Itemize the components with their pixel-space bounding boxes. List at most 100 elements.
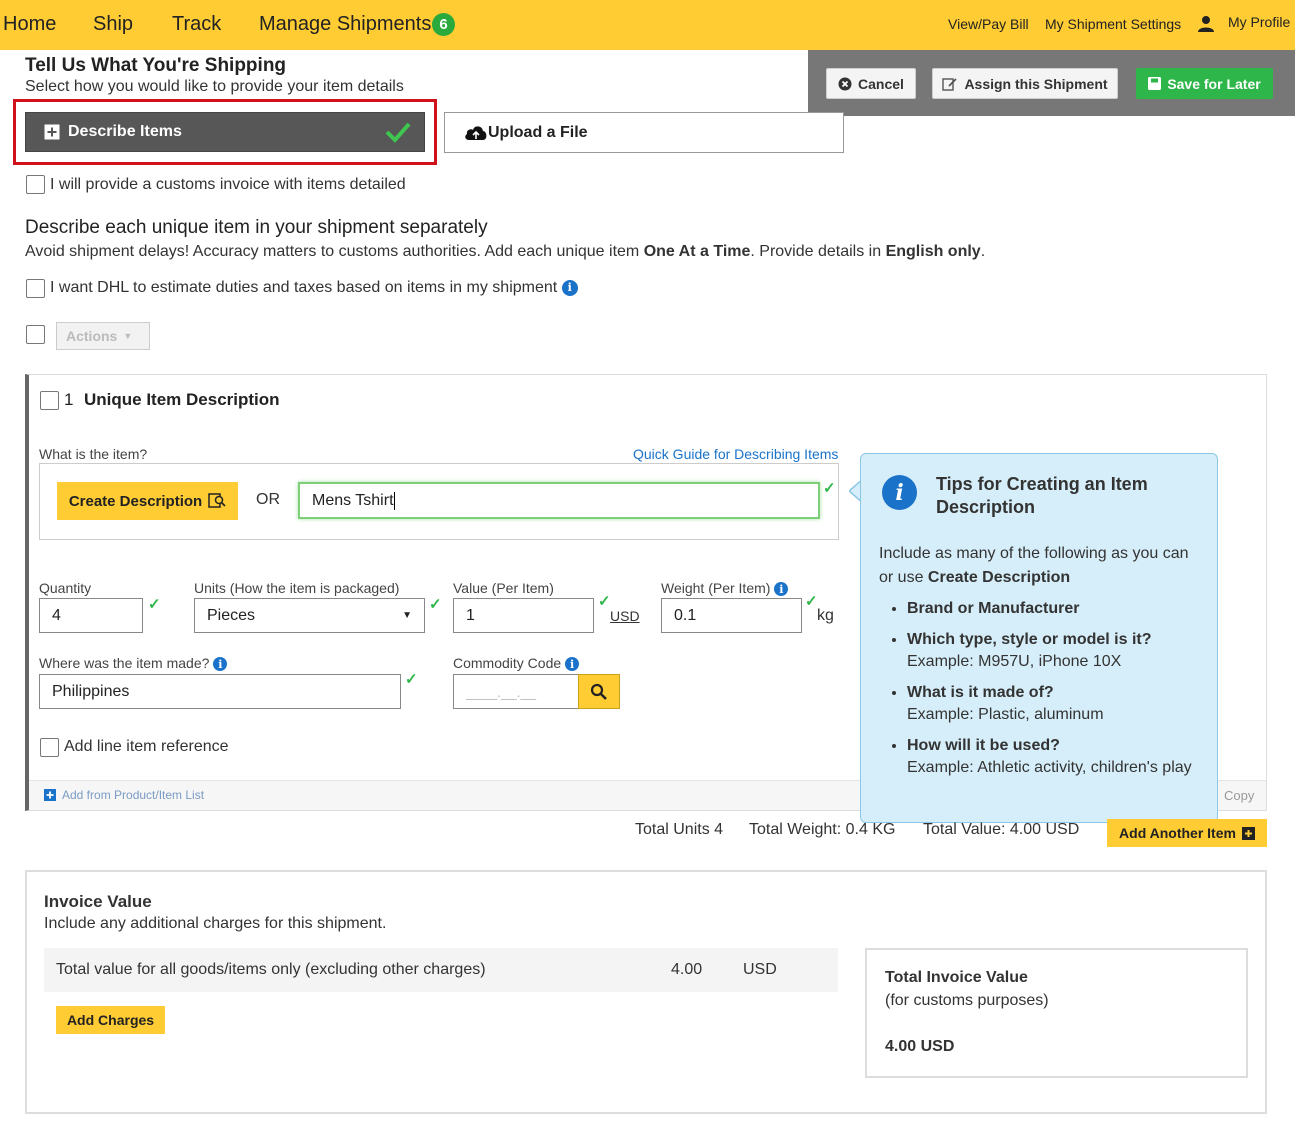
what-is-item-label: What is the item? bbox=[39, 446, 148, 462]
create-description-label: Create Description bbox=[68, 492, 203, 510]
cloud-upload-icon bbox=[465, 125, 487, 140]
section-subtitle: Select how you would like to provide you… bbox=[25, 78, 404, 95]
text-cursor bbox=[393, 491, 395, 510]
tips-item-example: Example: Athletic activity, children's p… bbox=[907, 759, 1192, 776]
quick-guide-link[interactable]: Quick Guide for Describing Items bbox=[633, 446, 838, 462]
nav-ship[interactable]: Ship bbox=[93, 13, 133, 36]
commodity-label: Commodity Code i bbox=[453, 655, 580, 672]
save-for-later-button[interactable]: Save for Later bbox=[1136, 68, 1273, 99]
units-label: Units (How the item is packaged) bbox=[194, 580, 400, 596]
quantity-input[interactable]: 4 bbox=[39, 598, 143, 633]
add-another-item-label: Add Another Item bbox=[1119, 825, 1236, 841]
nav-shipment-settings[interactable]: My Shipment Settings bbox=[1045, 16, 1181, 32]
assign-shipment-button[interactable]: Assign this Shipment bbox=[932, 68, 1118, 99]
add-another-item-button[interactable]: Add Another Item bbox=[1107, 819, 1267, 847]
assign-label: Assign this Shipment bbox=[964, 75, 1108, 92]
units-valid-check: ✓ bbox=[429, 596, 442, 613]
origin-input[interactable]: Philippines bbox=[39, 674, 401, 709]
select-all-checkbox[interactable] bbox=[26, 325, 45, 344]
nav-home[interactable]: Home bbox=[3, 13, 56, 36]
goods-value-label: Total value for all goods/items only (ex… bbox=[56, 961, 486, 978]
add-from-list-link[interactable]: Add from Product/Item List bbox=[44, 788, 204, 802]
search-icon bbox=[590, 683, 607, 700]
weight-input[interactable]: 0.1 bbox=[661, 598, 802, 633]
search-document-icon bbox=[208, 493, 226, 508]
weight-unit: kg bbox=[817, 607, 834, 624]
origin-label-text: Where was the item made? bbox=[39, 655, 210, 671]
describe-items-button[interactable]: Describe Items bbox=[25, 112, 425, 152]
add-charges-button[interactable]: Add Charges bbox=[56, 1006, 165, 1034]
commodity-code-input[interactable]: ____.__.__ bbox=[453, 674, 580, 709]
tips-title: Tips for Creating an Item Description bbox=[936, 474, 1148, 517]
origin-valid-check: ✓ bbox=[405, 671, 418, 688]
quantity-label: Quantity bbox=[39, 580, 92, 596]
info-icon[interactable]: i bbox=[561, 279, 578, 296]
plus-box-icon bbox=[44, 789, 56, 801]
units-value: Pieces bbox=[207, 606, 256, 624]
unique-items-heading: Describe each unique item in your shipme… bbox=[25, 217, 488, 238]
commodity-search-button[interactable] bbox=[578, 674, 620, 709]
actions-dropdown-label: Actions bbox=[66, 328, 118, 344]
total-units-value: 4 bbox=[714, 821, 724, 838]
tips-item-title: Which type, style or model is it? bbox=[907, 631, 1152, 648]
total-value: Total Value: 4.00 USD bbox=[923, 821, 1079, 839]
add-from-list-label: Add from Product/Item List bbox=[62, 788, 205, 802]
goods-value-currency: USD bbox=[743, 961, 777, 978]
warning-text-1: Avoid shipment delays! Accuracy matters … bbox=[25, 243, 644, 260]
customs-invoice-checkbox[interactable] bbox=[26, 175, 45, 194]
tips-intro-line2: or use Create Description bbox=[879, 566, 1209, 590]
currency-link[interactable]: USD bbox=[610, 608, 640, 624]
save-icon bbox=[1148, 77, 1162, 90]
line-reference-checkbox[interactable] bbox=[40, 738, 59, 757]
info-icon[interactable]: i bbox=[565, 657, 580, 672]
quantity-valid-check: ✓ bbox=[148, 596, 161, 613]
weight-label-text: Weight (Per Item) bbox=[661, 580, 771, 596]
units-select[interactable]: Pieces ▼ bbox=[194, 598, 425, 633]
estimate-duties-checkbox[interactable] bbox=[26, 279, 45, 298]
info-icon[interactable]: i bbox=[774, 582, 789, 597]
tips-item-title: Brand or Manufacturer bbox=[907, 600, 1080, 617]
nav-view-pay-bill[interactable]: View/Pay Bill bbox=[948, 16, 1029, 32]
info-icon[interactable]: i bbox=[213, 657, 228, 672]
value-label: Value (Per Item) bbox=[453, 580, 554, 596]
tips-intro-bold: Create Description bbox=[927, 569, 1071, 586]
total-weight-label: Total Weight: bbox=[749, 821, 842, 838]
checkmark-icon bbox=[385, 122, 411, 143]
shipment-count-badge: 6 bbox=[432, 13, 455, 36]
caret-down-icon: ▼ bbox=[123, 331, 133, 341]
item-description-input[interactable]: Mens Tshirt bbox=[298, 482, 820, 519]
tips-popover: i Tips for Creating an Item Description … bbox=[860, 453, 1218, 823]
actions-dropdown[interactable]: Actions ▼ bbox=[56, 322, 150, 350]
copy-link[interactable]: Copy bbox=[1224, 788, 1254, 803]
origin-label: Where was the item made? i bbox=[39, 655, 228, 672]
describe-items-label: Describe Items bbox=[68, 123, 182, 140]
edit-icon bbox=[942, 77, 958, 91]
commodity-label-text: Commodity Code bbox=[453, 655, 562, 671]
nav-my-profile[interactable]: My Profile bbox=[1228, 14, 1290, 30]
value-input[interactable]: 1 bbox=[453, 598, 594, 633]
weight-label: Weight (Per Item) i bbox=[661, 580, 789, 597]
plus-box-icon bbox=[1241, 826, 1255, 840]
user-icon bbox=[1198, 16, 1214, 32]
estimate-duties-label: I want DHL to estimate duties and taxes … bbox=[50, 279, 578, 297]
save-label: Save for Later bbox=[1167, 75, 1261, 92]
total-invoice-amount: 4.00 USD bbox=[885, 1038, 955, 1055]
total-invoice-subtitle: (for customs purposes) bbox=[885, 992, 1049, 1009]
goods-value-amount: 4.00 bbox=[671, 961, 703, 978]
item-title: Unique Item Description bbox=[84, 390, 280, 409]
section-title: Tell Us What You're Shipping bbox=[25, 55, 287, 76]
tips-intro-line1: Include as many of the following as you … bbox=[879, 545, 1189, 562]
invoice-title: Invoice Value bbox=[44, 892, 152, 911]
item-description-value: Mens Tshirt bbox=[312, 491, 394, 509]
tips-intro: Include as many of the following as you … bbox=[879, 542, 1209, 590]
nav-manage-shipments[interactable]: Manage Shipments bbox=[259, 13, 431, 36]
total-weight-value: 0.4 KG bbox=[845, 821, 896, 838]
item-checkbox[interactable] bbox=[40, 391, 59, 410]
value-valid-check: ✓ bbox=[598, 593, 611, 610]
warning-bold-1: One At a Time bbox=[643, 243, 751, 260]
nav-track[interactable]: Track bbox=[172, 13, 221, 36]
cancel-button[interactable]: Cancel bbox=[826, 68, 916, 99]
upload-file-button[interactable]: Upload a File bbox=[444, 112, 844, 153]
create-description-button[interactable]: Create Description bbox=[57, 482, 238, 520]
tips-item-example: Example: Plastic, aluminum bbox=[907, 706, 1104, 723]
